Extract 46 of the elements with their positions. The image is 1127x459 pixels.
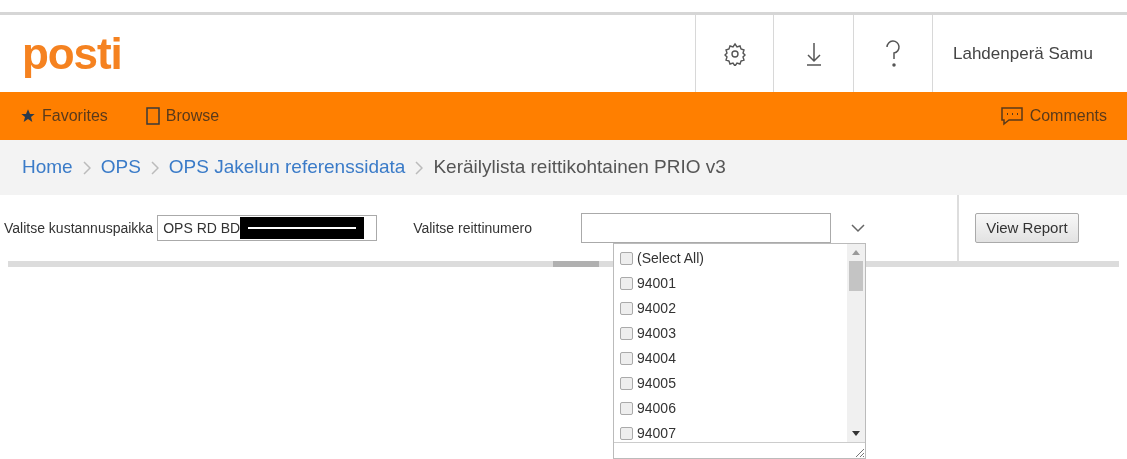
- settings-icon: [722, 41, 747, 66]
- checkbox[interactable]: [620, 252, 633, 265]
- page-icon: [145, 107, 160, 125]
- resize-grip-icon[interactable]: [853, 446, 865, 458]
- scroll-down-icon[interactable]: [852, 431, 860, 436]
- scroll-thumb[interactable]: [849, 261, 863, 291]
- comment-icon: [999, 106, 1024, 126]
- breadcrumb-link[interactable]: OPS: [100, 153, 141, 182]
- option-item[interactable]: 94005: [620, 371, 847, 396]
- option-item[interactable]: 94007: [620, 421, 847, 442]
- option-item[interactable]: 94003: [620, 321, 847, 346]
- option-item[interactable]: 94006: [620, 396, 847, 421]
- breadcrumb-link[interactable]: OPS Jakelun referenssidata: [168, 153, 406, 182]
- scroll-up-icon[interactable]: [852, 250, 860, 255]
- nav-link[interactable]: Favorites: [20, 104, 108, 128]
- help-icon: [885, 39, 901, 68]
- comments-link[interactable]: Comments: [999, 104, 1107, 128]
- checkbox[interactable]: [620, 377, 633, 390]
- checkbox[interactable]: [620, 302, 633, 315]
- view-report-button[interactable]: View Report: [975, 213, 1079, 243]
- checkbox[interactable]: [620, 352, 633, 365]
- checkbox[interactable]: [620, 327, 633, 340]
- scrollbar[interactable]: [847, 244, 865, 442]
- breadcrumb-link[interactable]: Home: [22, 153, 73, 182]
- option-item[interactable]: 94004: [620, 346, 847, 371]
- chevron-icon: [150, 160, 159, 175]
- checkbox[interactable]: [620, 427, 633, 440]
- checkbox[interactable]: [620, 277, 633, 290]
- collapse-handle[interactable]: [552, 261, 599, 267]
- breadcrumb-current: Keräilylista reittikohtainen PRIO v3: [433, 155, 726, 180]
- route-field[interactable]: [581, 213, 832, 243]
- user-name[interactable]: Lahdenperä Samu: [953, 40, 1093, 67]
- chevron-icon: [415, 160, 424, 175]
- field-label: Valitse kustannuspaikka: [3, 218, 154, 238]
- option-item[interactable]: 94002: [620, 296, 847, 321]
- nav-link[interactable]: Browse: [145, 104, 220, 128]
- option-item[interactable]: (Select All): [620, 246, 847, 271]
- star-icon: [20, 108, 36, 124]
- logo: posti: [22, 31, 122, 76]
- field-label: Valitse reittinumero: [413, 218, 533, 238]
- download-icon: [804, 40, 823, 67]
- option-item[interactable]: 94001: [620, 271, 847, 296]
- checkbox[interactable]: [620, 402, 633, 415]
- chevron-icon: [82, 160, 91, 175]
- cost-center-field[interactable]: OPS RD BD: [157, 215, 378, 241]
- dropdown-chevron-icon[interactable]: [851, 223, 866, 233]
